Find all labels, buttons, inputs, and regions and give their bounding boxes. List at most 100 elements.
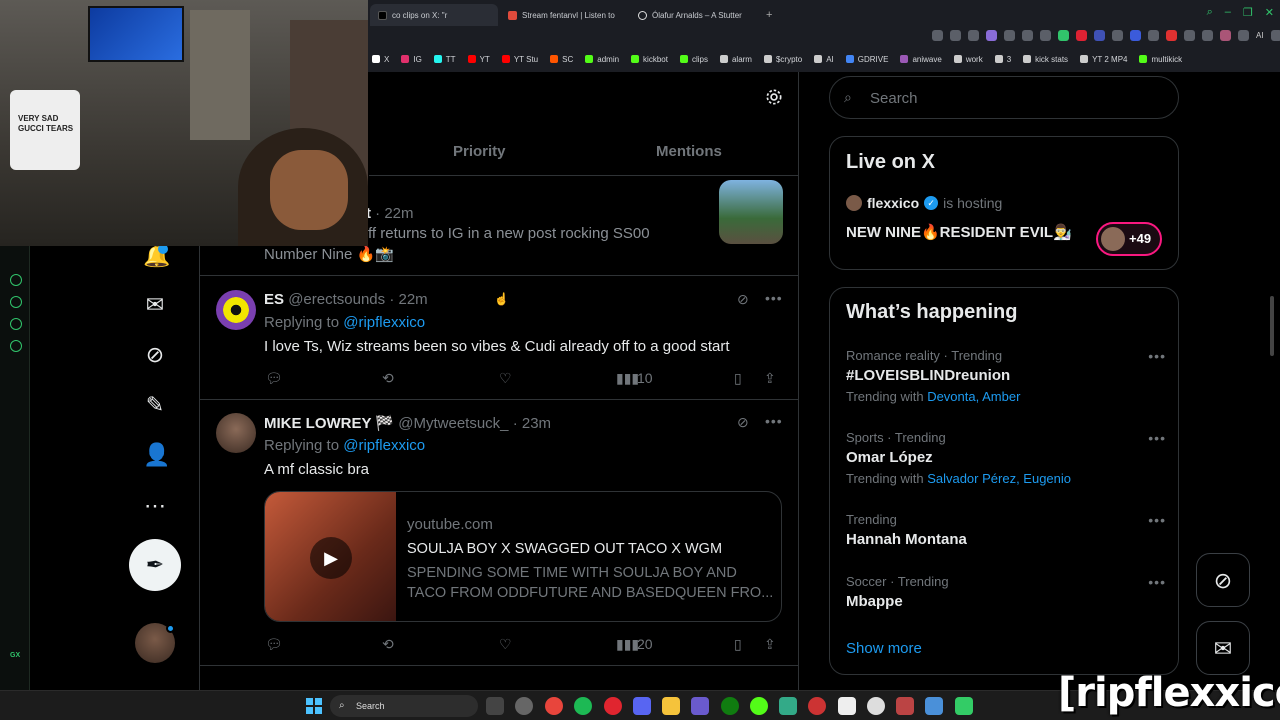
opera-gx-icon[interactable] [604, 697, 622, 715]
more-options-icon[interactable]: ••• [1148, 512, 1166, 528]
live-host[interactable]: flexxico ✓ is hosting [846, 195, 1002, 211]
app-icon[interactable] [925, 697, 943, 715]
author-handle[interactable]: @Mytweetsuck_ [398, 415, 508, 432]
bookmark-item[interactable]: SC [550, 55, 573, 64]
more-options-icon[interactable]: ••• [765, 290, 783, 306]
play-icon[interactable]: ▶ [310, 537, 352, 579]
tweet-time[interactable]: · 22m [389, 291, 427, 308]
app-icon[interactable] [955, 697, 973, 715]
trend-item[interactable]: Sports · Trending Omar López Trending with… [846, 430, 1166, 486]
bookmark-item[interactable]: YT 2 MP4 [1080, 55, 1127, 64]
messages-icon[interactable]: ✉ [143, 293, 167, 317]
trend-item[interactable]: Romance reality · Trending #LOVEISBLINDre… [846, 348, 1166, 404]
trend-item[interactable]: Soccer · Trending Mbappe ••• [846, 574, 1166, 610]
screenshot-icon[interactable] [1058, 30, 1069, 41]
avatar[interactable] [216, 290, 256, 330]
reply-icon[interactable]: 💬︎ [265, 636, 283, 653]
bookmark-item[interactable]: IG [401, 55, 422, 64]
reply-icon[interactable]: 💬︎ [265, 370, 283, 387]
xbox-icon[interactable] [721, 697, 739, 715]
browser-tab[interactable]: Ólafur Arnalds – A Stutter [630, 4, 758, 26]
bookmark-item[interactable]: admin [585, 55, 619, 64]
app-icon[interactable] [896, 697, 914, 715]
bookmark-icon[interactable]: ▯ [734, 636, 742, 653]
play-icon[interactable] [1004, 30, 1015, 41]
extension-icon[interactable] [1148, 30, 1159, 41]
tweet-time[interactable]: · 23m [513, 415, 551, 432]
scrollbar[interactable] [1268, 76, 1276, 686]
pin-icon[interactable] [950, 30, 961, 41]
new-tab-button[interactable]: + [760, 9, 778, 21]
close-button[interactable]: ✕ [1265, 6, 1274, 19]
bookmark-item[interactable]: AI [814, 55, 834, 64]
bookmark-item[interactable]: YT [467, 55, 490, 64]
bookmark-item[interactable]: kickbot [631, 55, 668, 64]
windows-start-icon[interactable] [306, 698, 322, 714]
search-bar[interactable]: ⌕ [829, 76, 1179, 119]
more-options-icon[interactable]: ••• [765, 413, 783, 429]
extension-icon[interactable] [1166, 30, 1177, 41]
retweet-icon[interactable]: ⟲ [382, 370, 394, 387]
search-input[interactable] [870, 88, 1160, 108]
app-icon[interactable] [691, 697, 709, 715]
kick-icon[interactable] [750, 697, 768, 715]
gx-history-icon[interactable] [10, 296, 22, 308]
maximize-button[interactable]: ❐ [1243, 6, 1253, 19]
menu-icon[interactable] [1270, 30, 1280, 41]
heart-icon[interactable] [1040, 30, 1051, 41]
download-icon[interactable] [1238, 30, 1249, 41]
extension-icon[interactable] [1112, 30, 1123, 41]
taskbar-search[interactable]: ⌕ Search [330, 695, 478, 717]
mention-link[interactable]: @ripflexxico [343, 437, 425, 454]
bookmark-item[interactable]: alarm [719, 55, 752, 64]
extensions-puzzle-icon[interactable] [1202, 30, 1213, 41]
bookmark-item[interactable]: GDRIVE [845, 55, 888, 64]
bookmark-item[interactable]: TT [433, 55, 456, 64]
trend-related-link[interactable]: Salvador Pérez, Eugenio [927, 471, 1071, 486]
gx-sidebar-icon[interactable] [10, 274, 22, 286]
like-icon[interactable]: ♡ [499, 370, 512, 387]
grok-button[interactable]: ⊘ [1196, 553, 1250, 607]
show-more-link[interactable]: Show more [846, 640, 922, 657]
gx-settings-icon[interactable] [10, 340, 22, 352]
minimize-button[interactable]: – [1225, 6, 1231, 19]
messages-button[interactable]: ✉ [1196, 621, 1250, 675]
more-icon[interactable]: ⋯ [143, 494, 167, 518]
chatgpt-icon[interactable] [867, 697, 885, 715]
video-thumbnail[interactable]: ▶ [265, 492, 396, 621]
gx-extensions-icon[interactable] [10, 318, 22, 330]
live-listeners-badge[interactable]: +49 [1096, 222, 1162, 256]
settings-app-icon[interactable] [515, 697, 533, 715]
chrome-icon[interactable] [545, 697, 563, 715]
trend-item[interactable]: Trending Hannah Montana ••• [846, 512, 1166, 548]
scrollbar-thumb[interactable] [1270, 296, 1274, 356]
avatar[interactable] [216, 413, 256, 453]
spotify-icon[interactable] [574, 697, 592, 715]
copy-icon[interactable] [968, 30, 979, 41]
mention-link[interactable]: @ripflexxico [343, 314, 425, 331]
views-icon[interactable]: ▮▮▮ [616, 370, 639, 387]
bookmark-item[interactable]: YT Stu [501, 55, 538, 64]
bookmark-item[interactable]: aniwave [900, 55, 942, 64]
trend-related-link[interactable]: Devonta, Amber [927, 389, 1020, 404]
bookmark-item[interactable]: kick stats [1023, 55, 1068, 64]
author-name[interactable]: MIKE LOWREY 🏁 [264, 415, 394, 432]
bookmark-item[interactable]: multikick [1139, 55, 1182, 64]
retweet-icon[interactable]: ⟲ [382, 636, 394, 653]
bookmark-item[interactable]: $crypto [763, 55, 802, 64]
author-handle[interactable]: @erectsounds [288, 291, 385, 308]
extension-icon[interactable] [1130, 30, 1141, 41]
author-name[interactable]: ES [264, 291, 284, 308]
tab-mentions[interactable]: Mentions [656, 143, 722, 160]
live-space-title[interactable]: NEW NINE🔥RESIDENT EVIL👨‍🔬 [846, 223, 1072, 241]
link-preview-card[interactable]: ▶ youtube.com SOULJA BOY X SWAGGED OUT T… [264, 491, 782, 622]
app-icon[interactable] [838, 697, 856, 715]
settings-gear-icon[interactable] [764, 87, 784, 107]
more-options-icon[interactable]: ••• [1148, 430, 1166, 446]
bookmark-item[interactable]: work [953, 55, 983, 64]
app-icon[interactable] [779, 697, 797, 715]
tweet-media-thumbnail[interactable] [719, 180, 783, 244]
extension-icon[interactable] [1184, 30, 1195, 41]
browser-tab[interactable]: co clips on X: "r [370, 4, 498, 26]
user-avatar-icon[interactable] [1220, 30, 1231, 41]
